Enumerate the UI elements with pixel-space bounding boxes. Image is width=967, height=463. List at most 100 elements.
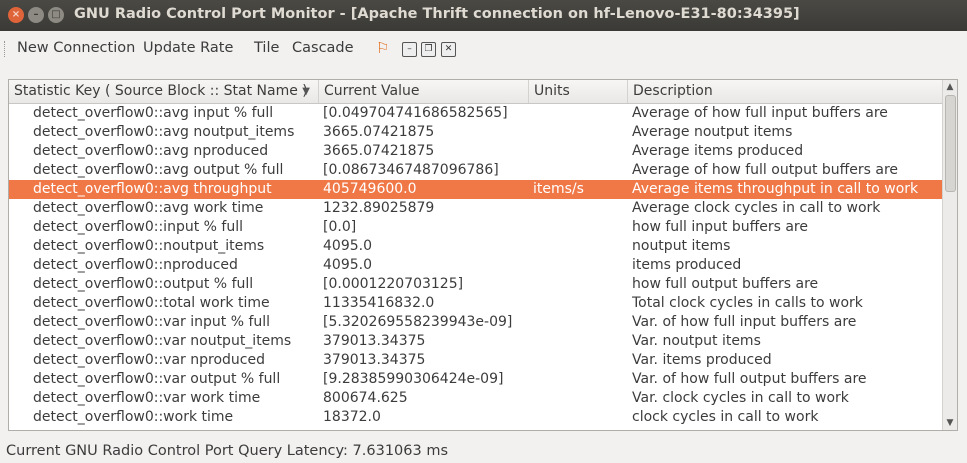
row-description: Average items throughput in call to work [632, 181, 919, 197]
scrollbar-thumb[interactable] [945, 95, 956, 192]
mdi-close-icon[interactable]: ✕ [441, 42, 456, 57]
menu-update-rate[interactable]: Update Rate [143, 40, 233, 56]
title-bar: × – □ GNU Radio Control Port Monitor - [… [0, 0, 967, 31]
row-units [533, 370, 628, 389]
column-header-description[interactable]: Description [628, 80, 944, 103]
row-value: [0.08673467487096786] [323, 162, 499, 178]
table-header: Statistic Key ( Source Block :: Stat Nam… [9, 80, 944, 104]
row-description: Average clock cycles in call to work [632, 200, 881, 216]
table-row[interactable]: detect_overflow0::var noutput_items 37901… [9, 332, 944, 351]
table-row[interactable]: detect_overflow0::output % full [0.000122… [9, 275, 944, 294]
row-key: detect_overflow0::nproduced [33, 257, 238, 273]
table-row[interactable]: detect_overflow0::nproduced 4095.0 items p… [9, 256, 944, 275]
table-row[interactable]: detect_overflow0::work time 18372.0 clock … [9, 408, 944, 427]
table-row[interactable]: detect_overflow0::noutput_items 4095.0 nou… [9, 237, 944, 256]
row-description: Var. items produced [632, 352, 772, 368]
table-row[interactable]: detect_overflow0::avg nproduced 3665.0742… [9, 142, 944, 161]
scroll-up-icon[interactable]: ▲ [943, 80, 957, 94]
table-row[interactable]: detect_overflow0::var output % full [9.28… [9, 370, 944, 389]
table-row[interactable]: detect_overflow0::var nproduced 379013.34… [9, 351, 944, 370]
row-units [533, 218, 628, 237]
row-key: detect_overflow0::avg input % full [33, 105, 274, 121]
table-row[interactable]: detect_overflow0::total work time 1133541… [9, 294, 944, 313]
row-value: 3665.07421875 [323, 124, 435, 140]
row-value: 379013.34375 [323, 333, 426, 349]
row-value: 379013.34375 [323, 352, 426, 368]
table-row[interactable]: detect_overflow0::avg work time 1232.8902… [9, 199, 944, 218]
row-units [533, 351, 628, 370]
close-window-button[interactable]: × [8, 7, 24, 23]
toolbar-grip-handle[interactable] [4, 41, 7, 57]
row-key: detect_overflow0::output % full [33, 276, 254, 292]
scroll-down-icon[interactable]: ▼ [943, 416, 957, 430]
table-row[interactable]: detect_overflow0::avg output % full [0.08… [9, 161, 944, 180]
row-key: detect_overflow0::avg nproduced [33, 143, 269, 159]
row-key: detect_overflow0::avg throughput [33, 181, 272, 197]
row-units [533, 275, 628, 294]
row-units [533, 104, 628, 123]
menu-new-connection[interactable]: New Connection [17, 40, 135, 56]
minimize-window-button[interactable]: – [28, 7, 44, 23]
row-description: Average of how full output buffers are [632, 162, 899, 178]
row-description: how full input buffers are [632, 219, 808, 235]
row-description: Total clock cycles in calls to work [632, 295, 863, 311]
menu-bar: New Connection Update Rate Tile Cascade … [0, 31, 967, 67]
row-description: Average of how full input buffers are [632, 105, 888, 121]
column-header-key[interactable]: Statistic Key ( Source Block :: Stat Nam… [9, 80, 319, 103]
row-description: Var. noutput items [632, 333, 761, 349]
row-value: [5.320269558239943e-09] [323, 314, 513, 330]
row-units [533, 256, 628, 275]
row-value: 4095.0 [323, 238, 372, 254]
row-key: detect_overflow0::input % full [33, 219, 243, 235]
table-row[interactable]: detect_overflow0::avg input % full [0.049… [9, 104, 944, 123]
row-description: Average noutput items [632, 124, 793, 140]
row-value: [9.28385990306424e-09] [323, 371, 504, 387]
column-header-units[interactable]: Units [529, 80, 628, 103]
column-header-key-label: Statistic Key ( Source Block :: Stat Nam… [14, 83, 308, 99]
row-key: detect_overflow0::noutput_items [33, 238, 265, 254]
table-row[interactable]: detect_overflow0::input % full [0.0] how f… [9, 218, 944, 237]
row-value: 11335416832.0 [323, 295, 435, 311]
flowgraph-icon[interactable]: ⚐ [376, 39, 389, 57]
row-description: Var. of how full input buffers are [632, 314, 857, 330]
table-row[interactable]: detect_overflow0::avg throughput 40574960… [9, 180, 944, 199]
row-value: [0.049704741686582565] [323, 105, 508, 121]
table-row[interactable]: detect_overflow0::var input % full [5.320… [9, 313, 944, 332]
menu-cascade[interactable]: Cascade [292, 40, 354, 56]
column-header-value[interactable]: Current Value [319, 80, 529, 103]
row-description: Average items produced [632, 143, 804, 159]
row-key: detect_overflow0::var output % full [33, 371, 281, 387]
row-value: [0.0] [323, 219, 357, 235]
row-units [533, 408, 628, 427]
maximize-window-button[interactable]: □ [48, 7, 64, 23]
row-key: detect_overflow0::var nproduced [33, 352, 265, 368]
row-units [533, 237, 628, 256]
table-body: detect_overflow0::avg input % full [0.049… [9, 104, 944, 427]
row-key: detect_overflow0::avg work time [33, 200, 264, 216]
row-units [533, 199, 628, 218]
row-key: detect_overflow0::work time [33, 409, 234, 425]
row-units [533, 142, 628, 161]
row-value: 800674.625 [323, 390, 408, 406]
row-description: clock cycles in call to work [632, 409, 819, 425]
row-value: 4095.0 [323, 257, 372, 273]
status-bar: Current GNU Radio Control Port Query Lat… [6, 443, 449, 459]
table-row[interactable]: detect_overflow0::avg noutput_items 3665.… [9, 123, 944, 142]
row-units [533, 313, 628, 332]
row-key: detect_overflow0::var input % full [33, 314, 271, 330]
row-key: detect_overflow0::avg noutput_items [33, 124, 295, 140]
menu-tile[interactable]: Tile [254, 40, 279, 56]
vertical-scrollbar[interactable]: ▲ ▼ [942, 80, 957, 430]
row-description: Var. clock cycles in call to work [632, 390, 849, 406]
mdi-minimize-icon[interactable]: – [402, 42, 417, 57]
row-units: items/s [533, 181, 584, 197]
mdi-restore-icon[interactable]: ❐ [421, 42, 436, 57]
row-key: detect_overflow0::avg output % full [33, 162, 284, 178]
row-key: detect_overflow0::var work time [33, 390, 261, 406]
row-units [533, 332, 628, 351]
row-description: how full output buffers are [632, 276, 819, 292]
row-value: 405749600.0 [323, 181, 417, 197]
row-key: detect_overflow0::total work time [33, 295, 270, 311]
row-units [533, 294, 628, 313]
table-row[interactable]: detect_overflow0::var work time 800674.62… [9, 389, 944, 408]
